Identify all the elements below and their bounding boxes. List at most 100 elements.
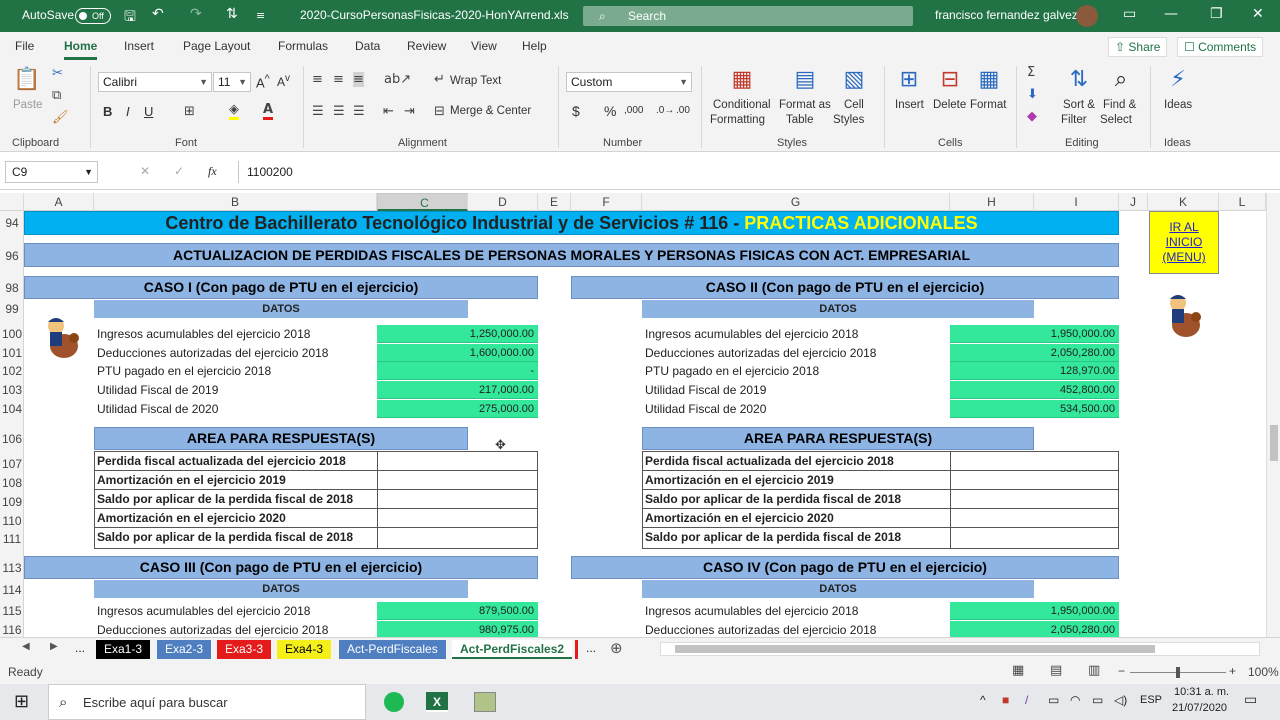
row-header[interactable]: 111 (0, 532, 24, 546)
font-color-icon[interactable]: A (263, 102, 274, 120)
sort-filter-label2[interactable]: Filter (1061, 114, 1087, 126)
increase-indent-icon[interactable]: ⇥ (404, 104, 415, 119)
avatar[interactable] (1076, 5, 1098, 27)
row-header[interactable]: 104 (0, 402, 24, 416)
col-header-d[interactable]: D (468, 193, 538, 211)
row-header[interactable]: 116 (0, 623, 24, 637)
answer-row[interactable]: Amortización en el ejercicio 2019 (643, 471, 1118, 490)
horizontal-scrollbar[interactable] (660, 642, 1260, 656)
wrap-text-button[interactable]: Wrap Text (450, 75, 501, 87)
tab-home[interactable]: Home (64, 39, 98, 60)
redo-icon[interactable]: ↷ (190, 6, 202, 22)
align-left-icon[interactable]: ☰ (312, 104, 324, 119)
decrease-indent-icon[interactable]: ⇤ (383, 104, 394, 119)
row-header[interactable]: 115 (0, 604, 24, 618)
row-header[interactable]: 107 (0, 457, 24, 471)
answer-row[interactable]: Amortización en el ejercicio 2019 (95, 471, 537, 490)
sheet-tab-act-perdfiscales[interactable]: Act-PerdFiscales (339, 640, 446, 659)
merge-center-button[interactable]: Merge & Center (450, 105, 531, 117)
tabs-ellipsis-left[interactable]: ... (75, 641, 85, 655)
copy-icon[interactable]: ⧉ (52, 88, 61, 103)
cell-styles-button[interactable]: Cell (844, 99, 864, 111)
answer-row[interactable]: Saldo por aplicar de la perdida fiscal d… (643, 490, 1118, 509)
col-header-e[interactable]: E (538, 193, 571, 211)
undo-icon[interactable]: ↶ (152, 6, 164, 22)
tab-view[interactable]: View (471, 39, 497, 53)
customize-qat-icon[interactable]: ≡ (256, 9, 265, 22)
delete-cells-icon[interactable]: ⊟ (936, 66, 964, 94)
tray-app-icon[interactable]: ■ (1002, 693, 1009, 707)
zoom-slider-thumb[interactable] (1176, 667, 1180, 678)
page-layout-view-icon[interactable]: ▤ (1050, 663, 1062, 678)
tab-review[interactable]: Review (407, 39, 446, 53)
comments-button[interactable]: ☐ Comments (1177, 37, 1264, 57)
scrollbar-thumb[interactable] (675, 645, 1155, 653)
cell-styles-label2[interactable]: Styles (833, 114, 864, 126)
fill-icon[interactable]: ⬇ (1027, 87, 1038, 102)
row-header[interactable]: 114 (0, 583, 24, 597)
close-icon[interactable]: ✕ (1252, 6, 1264, 22)
answer-row[interactable]: Amortización en el ejercicio 2020 (643, 509, 1118, 528)
tab-data[interactable]: Data (355, 39, 380, 53)
scrollbar-thumb[interactable] (1270, 425, 1278, 461)
row-header[interactable]: 94 (0, 216, 24, 230)
row-header[interactable]: 103 (0, 383, 24, 397)
currency-button[interactable]: $ (572, 103, 580, 119)
page-break-view-icon[interactable]: ▥ (1088, 663, 1100, 678)
col-header-k[interactable]: K (1148, 193, 1219, 211)
row-header[interactable]: 99 (0, 302, 24, 316)
cell-styles-icon[interactable]: ▧ (840, 66, 868, 94)
conditional-formatting-icon[interactable]: ▦ (728, 66, 756, 94)
format-painter-icon[interactable]: 🖌 (52, 110, 69, 125)
sort-filter-button[interactable]: Sort & (1063, 99, 1095, 111)
language-indicator[interactable]: ESP (1140, 694, 1162, 706)
case1-value[interactable]: 217,000.00 (377, 381, 538, 399)
decrease-decimal-icon[interactable]: .00 (676, 105, 690, 116)
row-header[interactable]: 110 (0, 514, 24, 528)
case1-value[interactable]: 275,000.00 (377, 400, 538, 418)
volume-icon[interactable]: ◁) (1114, 693, 1127, 707)
case1-value[interactable]: - (377, 362, 538, 380)
borders-icon[interactable]: ⊞ (184, 104, 195, 119)
case3-value[interactable]: 980,975.00 (377, 621, 538, 637)
excel-taskbar-icon[interactable]: X (426, 692, 448, 712)
windows-start-icon[interactable]: ⊞ (14, 691, 29, 712)
insert-function-button[interactable]: fx (208, 164, 217, 179)
orientation-icon[interactable]: ab↗ (384, 72, 411, 87)
wifi-icon[interactable]: ◠ (1070, 693, 1080, 707)
cut-icon[interactable]: ✂ (52, 66, 63, 81)
conditional-formatting-label2[interactable]: Formatting (710, 114, 765, 126)
case2-value[interactable]: 2,050,280.00 (950, 344, 1119, 362)
increase-decimal-icon[interactable]: .0→ (656, 105, 674, 116)
row-header[interactable]: 98 (0, 281, 24, 295)
col-header-b[interactable]: B (94, 193, 377, 211)
scroll-tabs-left-icon[interactable]: ◀ (22, 641, 30, 652)
col-header-g[interactable]: G (642, 193, 950, 211)
sheet-tab-exa2-3[interactable]: Exa2-3 (157, 640, 212, 659)
tab-insert[interactable]: Insert (124, 39, 154, 53)
tab-page-layout[interactable]: Page Layout (183, 39, 250, 53)
delete-cells-button[interactable]: Delete (933, 99, 966, 111)
answer-row[interactable]: Amortización en el ejercicio 2020 (95, 509, 537, 528)
menu-link[interactable]: IR AL INICIO (MENU) (1149, 211, 1219, 274)
save-icon[interactable]: 🖫 (124, 6, 136, 30)
sheet-tab-exa4-3[interactable]: Exa4-3 (277, 640, 332, 659)
share-button[interactable]: ⇧ Share (1108, 37, 1168, 57)
sort-icon[interactable]: ⇅ (226, 6, 238, 22)
formula-input[interactable]: 1100200 (238, 161, 1274, 183)
network-icon[interactable]: ▭ (1048, 693, 1059, 707)
format-as-table-icon[interactable]: ▤ (791, 66, 819, 94)
font-size-select[interactable]: 11 ▼ (213, 72, 251, 92)
number-format-select[interactable]: Custom ▼ (566, 72, 692, 92)
col-header-c[interactable]: C (377, 193, 468, 211)
font-name-select[interactable]: Calibri ▼ (98, 72, 212, 92)
col-header-j[interactable]: J (1119, 193, 1148, 211)
answer-row[interactable]: Perdida fiscal actualizada del ejercicio… (643, 452, 1118, 471)
row-header[interactable]: 96 (0, 249, 24, 263)
battery-icon[interactable]: ▭ (1092, 693, 1103, 707)
case2-value[interactable]: 452,800.00 (950, 381, 1119, 399)
tab-formulas[interactable]: Formulas (278, 39, 328, 53)
restore-icon[interactable]: ❐ (1210, 6, 1223, 22)
tab-file[interactable]: File (15, 39, 34, 53)
worksheet-grid[interactable]: Centro de Bachillerato Tecnológico Indus… (24, 211, 1266, 637)
